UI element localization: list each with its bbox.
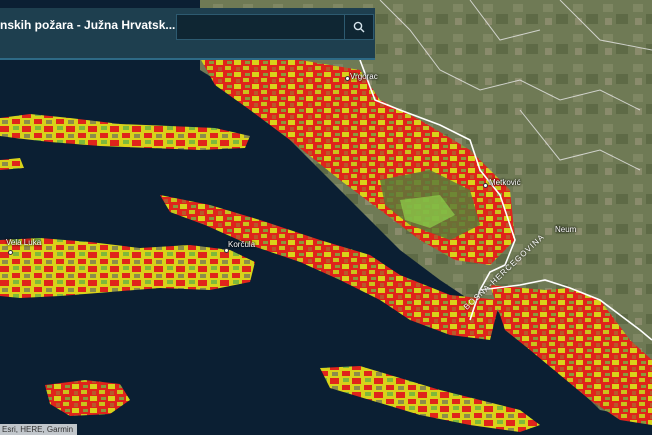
fire-risk-mljet <box>320 366 540 432</box>
place-label-vela-luka: Vela Luka <box>6 238 42 247</box>
fire-risk-hvar <box>0 114 250 150</box>
search-input[interactable] <box>177 15 344 39</box>
header-bar: nskih požara - Južna Hrvatsk... <box>0 8 375 60</box>
search-button[interactable] <box>344 15 373 39</box>
place-label-neum: Neum <box>555 225 577 234</box>
place-label-metkovic: Metković <box>489 178 521 187</box>
fire-risk-korcula <box>0 238 255 298</box>
fire-risk-lastovo <box>45 380 130 416</box>
place-label-vrgorac: Vrgorac <box>350 72 378 81</box>
place-label-korcula: Korčula <box>228 240 256 249</box>
fire-risk-west-islet <box>0 158 24 170</box>
page-title: nskih požara - Južna Hrvatsk... <box>0 18 176 32</box>
place-marker-metkovic <box>483 183 488 188</box>
map-canvas[interactable] <box>0 0 652 435</box>
map-attribution: Esri, HERE, Garmin <box>0 424 78 435</box>
search-icon <box>353 21 365 33</box>
place-marker-vela-luka <box>8 250 13 255</box>
search-box[interactable] <box>176 14 374 40</box>
